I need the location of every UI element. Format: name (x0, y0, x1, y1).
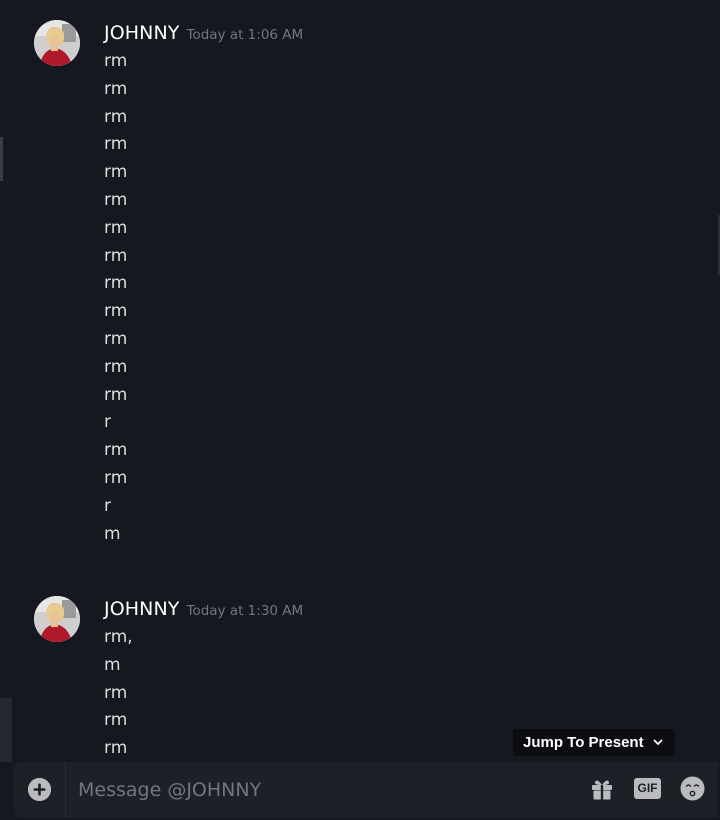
message-line: rm (104, 134, 128, 155)
message-line: rm (104, 682, 128, 703)
message-line: rm (104, 384, 128, 405)
message-line: r (104, 412, 111, 433)
message-line: rm (104, 710, 128, 731)
jump-to-present-button[interactable]: Jump To Present (513, 729, 675, 756)
message-line: rm (104, 301, 128, 322)
message-line: m (104, 523, 121, 544)
message-line: rm (104, 328, 128, 349)
message-header: JOHNNY Today at 1:06 AM (104, 20, 303, 46)
message-input[interactable] (78, 774, 508, 806)
avatar[interactable] (34, 596, 80, 642)
message-line: rm (104, 78, 128, 99)
message-line: rm (104, 106, 128, 127)
message-line: rm (104, 356, 128, 377)
message-line: rm (104, 440, 128, 461)
gif-button[interactable]: GIF (634, 778, 661, 799)
chevron-down-icon (653, 739, 663, 745)
message-line: r (104, 495, 111, 516)
message-line: rm (104, 738, 128, 759)
gift-icon[interactable] (589, 776, 615, 802)
username[interactable]: JOHNNY (104, 596, 179, 622)
message-composer: GIF (14, 762, 718, 818)
attach-button[interactable] (28, 778, 51, 801)
message-line: m (104, 654, 121, 675)
message-line: rm (104, 51, 128, 71)
chat-window: JOHNNY Today at 1:06 AM rm rm rm rm rm rm rm rm… (0, 0, 720, 820)
message-line: rm (104, 189, 128, 210)
timestamp: Today at 1:30 AM (186, 603, 304, 619)
message-header: JOHNNY Today at 1:30 AM (104, 596, 303, 622)
message-content: rm rm rm rm rm rm rm rm rm rm rm rm rm r rm rm r m (104, 48, 127, 548)
message-content: rm, m rm rm rm (104, 624, 133, 763)
timestamp: Today at 1:06 AM (186, 27, 304, 43)
message-line: rm (104, 245, 128, 266)
message-group: JOHNNY Today at 1:06 AM rm rm rm rm rm rm rm rm… (0, 20, 720, 550)
username[interactable]: JOHNNY (104, 20, 179, 46)
message-line: rm (104, 467, 128, 488)
jump-to-present-label: Jump To Present (523, 734, 644, 751)
message-line: rm (104, 162, 128, 183)
emoji-face-icon[interactable] (679, 775, 706, 802)
avatar[interactable] (34, 20, 80, 66)
message-line: rm (104, 273, 128, 294)
message-line: rm, (104, 627, 133, 647)
composer-divider (65, 762, 66, 818)
message-line: rm (104, 217, 128, 238)
plus-circle-icon (28, 778, 51, 801)
